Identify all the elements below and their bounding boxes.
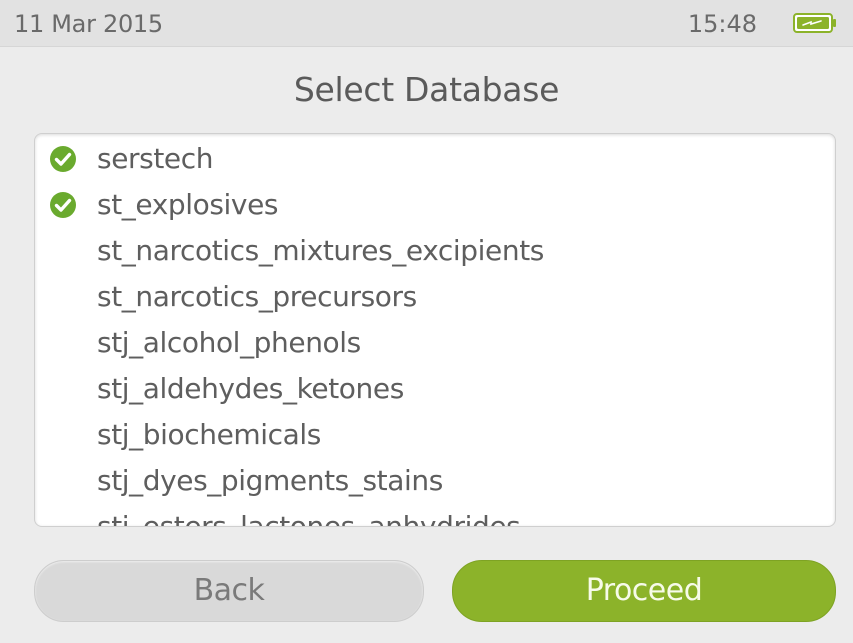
database-name: st_narcotics_precursors [97, 280, 417, 313]
check-circle-icon [50, 192, 76, 218]
database-name: st_explosives [97, 188, 279, 221]
status-bar: 11 Mar 2015 15:48 [0, 0, 853, 47]
database-list-item[interactable]: stj_alcohol_phenols [35, 320, 835, 366]
database-name: serstech [97, 142, 214, 175]
status-time: 15:48 [687, 10, 757, 38]
database-list-item[interactable]: st_narcotics_mixtures_excipients [35, 228, 835, 274]
database-name: st_narcotics_mixtures_excipients [97, 234, 544, 267]
battery-charging-icon [793, 13, 836, 33]
check-circle-icon [50, 146, 76, 172]
database-name: stj_dyes_pigments_stains [97, 464, 443, 497]
page-title: Select Database [293, 70, 560, 109]
database-list-item[interactable]: stj_aldehydes_ketones [35, 366, 835, 412]
proceed-button[interactable]: Proceed [452, 560, 836, 622]
database-name: stj_esters_lactones_anhydrides [97, 510, 521, 527]
back-button[interactable]: Back [34, 560, 424, 622]
database-list-item[interactable]: stj_esters_lactones_anhydrides [35, 504, 835, 527]
database-list-box[interactable]: serstech st_explosives st_narcotics_mixtur… [34, 133, 836, 527]
database-list[interactable]: serstech st_explosives st_narcotics_mixtur… [35, 136, 835, 527]
database-list-item[interactable]: st_explosives [35, 182, 835, 228]
database-name: stj_aldehydes_ketones [97, 372, 404, 405]
database-list-item[interactable]: st_narcotics_precursors [35, 274, 835, 320]
database-name: stj_biochemicals [97, 418, 321, 451]
status-date: 11 Mar 2015 [14, 10, 163, 38]
database-list-item[interactable]: serstech [35, 136, 835, 182]
database-name: stj_alcohol_phenols [97, 326, 361, 359]
database-list-item[interactable]: stj_biochemicals [35, 412, 835, 458]
database-list-item[interactable]: stj_dyes_pigments_stains [35, 458, 835, 504]
